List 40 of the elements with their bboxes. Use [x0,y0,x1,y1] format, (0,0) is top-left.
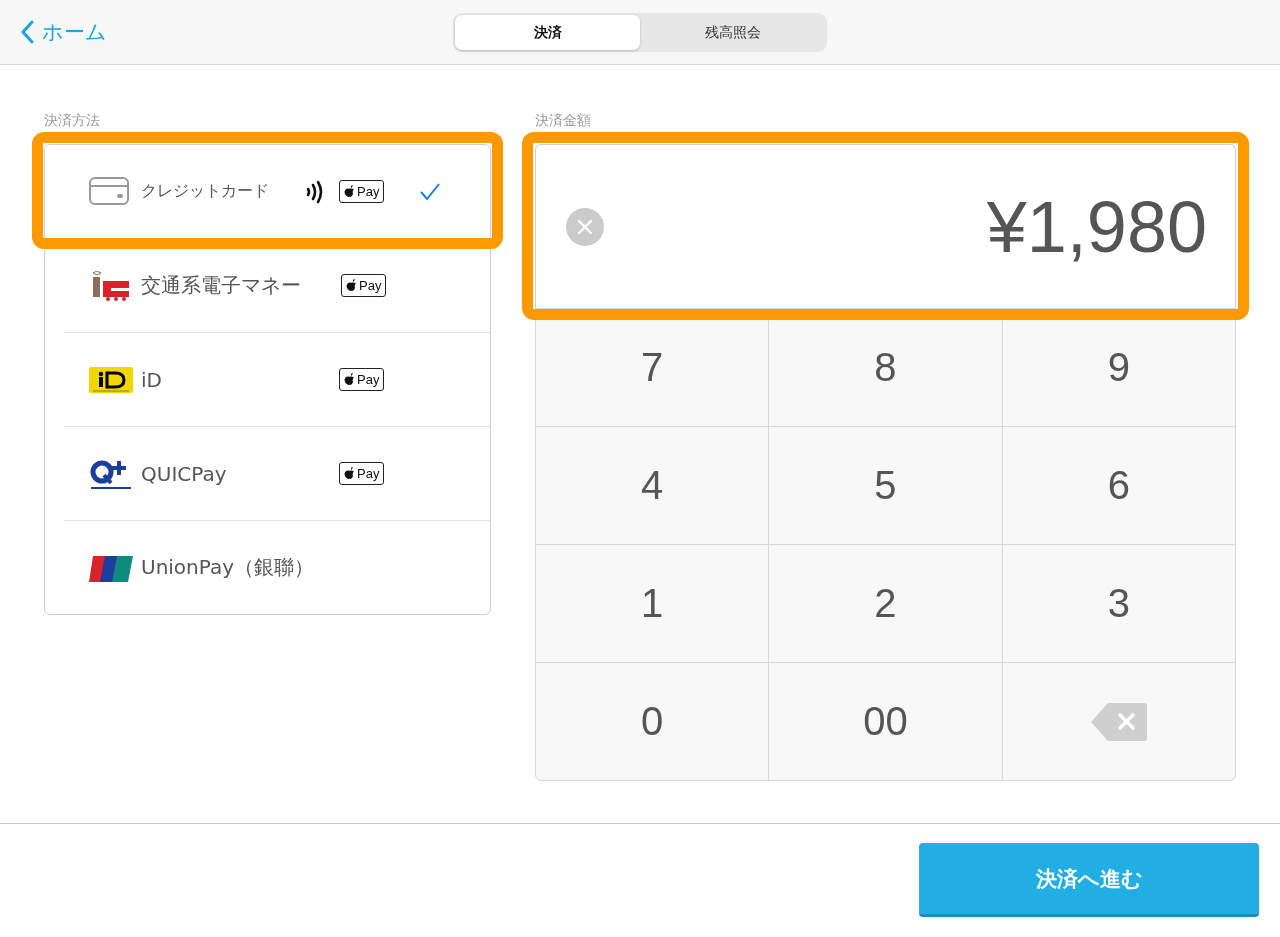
badge-text: Pay [359,278,382,293]
q-logo-icon [89,458,133,489]
badge-text: Pay [357,372,380,387]
keypad-key[interactable]: 1 [536,545,769,662]
apple-logo-icon [344,185,355,198]
keypad-key[interactable]: 2 [769,545,1002,662]
badge-text: Pay [357,466,380,481]
section-label: 決済金額 [535,112,592,128]
backspace-icon [1089,701,1148,742]
apple-logo-icon [346,279,357,292]
method-label: 交通系電子マネー [141,272,301,299]
clear-button[interactable] [566,207,604,246]
keypad-key[interactable]: 5 [769,427,1002,544]
payment-method-row[interactable]: iD Pay [64,332,490,426]
back-label: ホーム [42,19,107,46]
keypad-key[interactable]: 3 [1002,545,1235,662]
clear-icon [566,207,604,246]
payment-method-row[interactable]: UnionPay（銀聯） [64,520,490,614]
badge-text: Pay [357,184,380,199]
keypad-key[interactable]: 0 [536,663,769,780]
checkmark-icon [419,181,441,202]
method-label: QUICPay [141,461,228,486]
amount-value: ¥1,980 [986,185,1207,268]
method-label: UnionPay（銀聯） [141,554,315,581]
payment-method-row[interactable]: QUICPay Pay [64,426,490,520]
chevron-left-icon [20,20,34,44]
keypad-key[interactable]: 00 [769,663,1002,780]
id-logo-icon [89,364,133,395]
keypad-key[interactable]: 4 [536,427,769,544]
section-label: 決済方法 [44,112,101,128]
apple-logo-icon [344,373,355,386]
keypad-key[interactable]: 6 [1002,427,1235,544]
payment-method-row[interactable]: クレジットカード Pay [45,145,490,238]
tab[interactable]: 残高照会 [640,15,825,50]
apple-logo-icon [344,467,355,480]
payment-method-row[interactable]: 交通系電子マネー Pay [64,238,490,332]
backspace-key[interactable] [1002,663,1235,780]
method-label: クレジットカード [141,181,270,202]
tab[interactable]: 決済 [455,15,640,50]
method-label: iD [141,367,163,392]
